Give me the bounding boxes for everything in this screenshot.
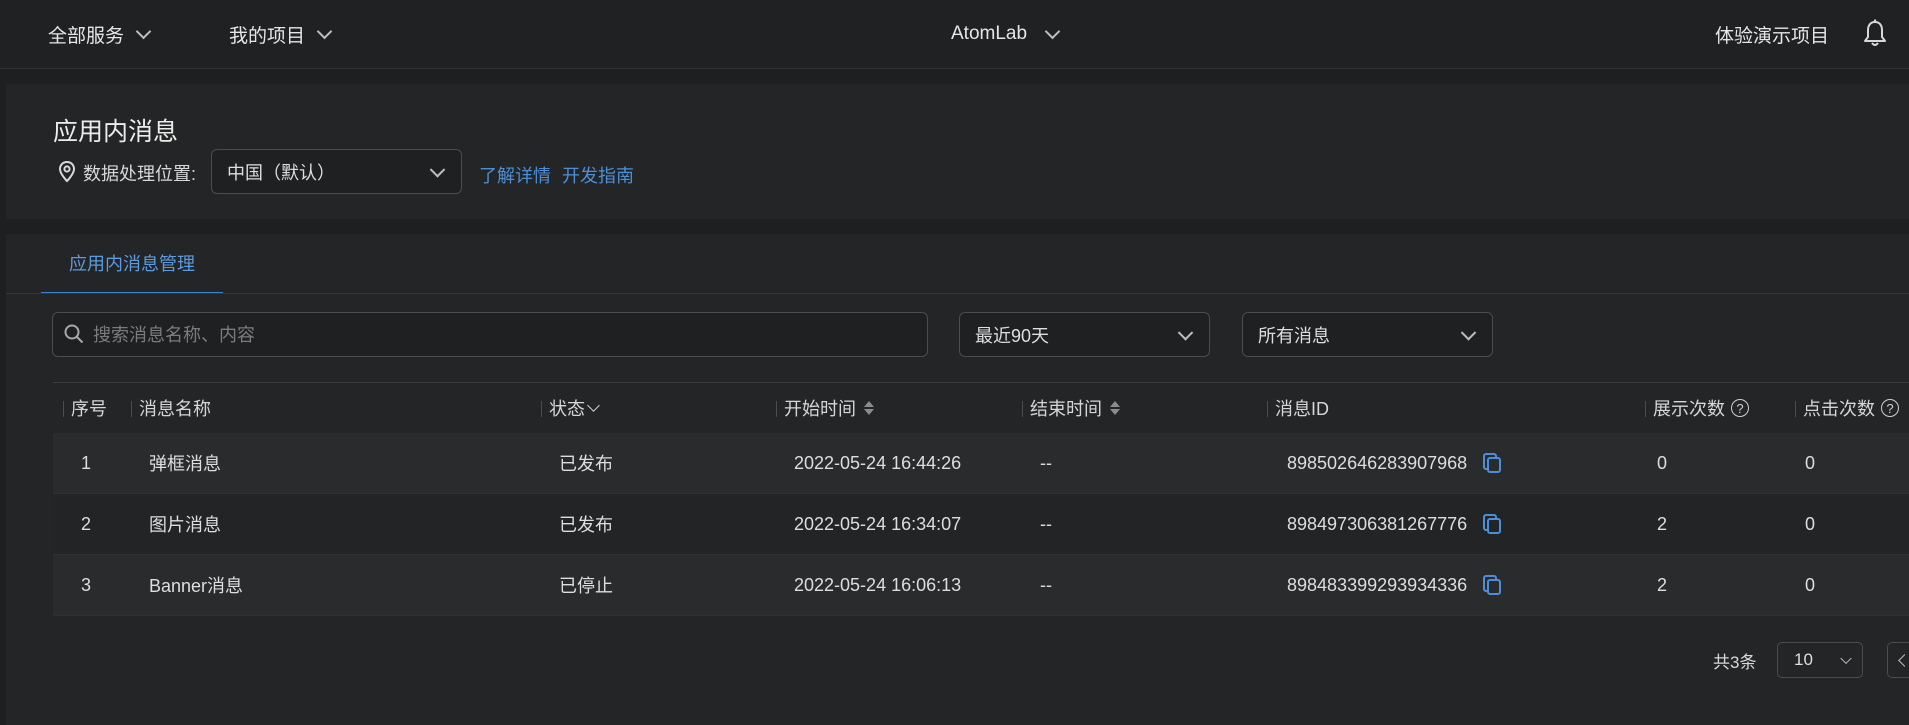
my-projects-label: 我的项目 bbox=[229, 25, 306, 47]
cell-status: 已停止 bbox=[559, 576, 613, 596]
location-pin-icon bbox=[58, 160, 76, 183]
pagination: 共3条 10 bbox=[6, 642, 1909, 678]
question-circle-icon[interactable]: ? bbox=[1731, 399, 1749, 417]
column-header-index: 序号 bbox=[63, 383, 107, 433]
location-select-value: 中国（默认） bbox=[227, 162, 335, 183]
cell-clicks: 0 bbox=[1805, 513, 1816, 534]
page-size-value: 10 bbox=[1794, 650, 1813, 669]
table-row[interactable]: 3 Banner消息 已停止 2022-05-24 16:06:13 -- 89… bbox=[53, 555, 1909, 616]
chevron-down-icon bbox=[135, 23, 152, 39]
location-label: 数据处理位置: bbox=[83, 164, 197, 184]
page-title: 应用内消息 bbox=[53, 118, 179, 146]
cell-clicks: 0 bbox=[1805, 452, 1816, 473]
cell-end-time: -- bbox=[1040, 452, 1052, 473]
cell-index: 3 bbox=[81, 574, 92, 595]
header-card: 应用内消息 数据处理位置: 中国（默认） 了解详情 开发指南 bbox=[6, 84, 1909, 219]
chevron-down-icon bbox=[1460, 324, 1477, 341]
table-row[interactable]: 1 弹框消息 已发布 2022-05-24 16:44:26 -- 898502… bbox=[53, 433, 1909, 494]
cell-message-id: 898497306381267776 bbox=[1287, 494, 1503, 554]
demo-project-link[interactable]: 体验演示项目 bbox=[1715, 0, 1829, 68]
prev-page-button[interactable] bbox=[1887, 642, 1909, 678]
total-count: 共3条 bbox=[1713, 652, 1757, 672]
cell-impressions: 2 bbox=[1657, 513, 1668, 534]
sort-icon[interactable] bbox=[864, 400, 874, 416]
cell-start-time: 2022-05-24 16:34:07 bbox=[794, 513, 962, 534]
cell-end-time: -- bbox=[1040, 513, 1052, 534]
message-type-value: 所有消息 bbox=[1258, 325, 1330, 346]
messages-table: 序号 消息名称 状态 开始时间 结束时间 消息ID 展示次数 ? 点击次数 ? … bbox=[53, 382, 1909, 616]
search-icon bbox=[64, 324, 84, 344]
top-navigation-bar: 全部服务 我的项目 AtomLab 体验演示项目 bbox=[0, 0, 1909, 69]
location-select[interactable]: 中国（默认） bbox=[211, 149, 462, 194]
chevron-down-icon bbox=[1044, 23, 1061, 39]
cell-message-id: 898502646283907968 bbox=[1287, 433, 1503, 493]
column-header-clicks: 点击次数 ? bbox=[1795, 383, 1899, 433]
chevron-down-icon bbox=[429, 161, 446, 178]
cell-index: 2 bbox=[81, 513, 92, 534]
filter-caret-icon[interactable] bbox=[587, 399, 600, 412]
column-header-impressions: 展示次数 ? bbox=[1645, 383, 1749, 433]
sort-icon[interactable] bbox=[1110, 400, 1120, 416]
cell-impressions: 0 bbox=[1657, 452, 1668, 473]
cell-status: 已发布 bbox=[559, 515, 613, 535]
copy-icon[interactable] bbox=[1481, 452, 1503, 474]
cell-name: 弹框消息 bbox=[149, 454, 221, 474]
column-header-end-time[interactable]: 结束时间 bbox=[1022, 383, 1120, 433]
search-box[interactable] bbox=[52, 312, 928, 358]
my-projects-menu[interactable]: 我的项目 bbox=[229, 0, 333, 68]
copy-icon[interactable] bbox=[1481, 513, 1503, 535]
demo-project-label: 体验演示项目 bbox=[1715, 25, 1830, 47]
tab-divider bbox=[6, 293, 1909, 294]
cell-start-time: 2022-05-24 16:44:26 bbox=[794, 452, 962, 473]
cell-start-time: 2022-05-24 16:06:13 bbox=[794, 574, 962, 595]
cell-impressions: 2 bbox=[1657, 574, 1668, 595]
cell-status: 已发布 bbox=[559, 454, 613, 474]
cell-message-id: 898483399293934336 bbox=[1287, 555, 1503, 615]
cell-name: 图片消息 bbox=[149, 515, 221, 535]
chevron-down-icon bbox=[316, 23, 333, 39]
date-range-value: 最近90天 bbox=[975, 325, 1050, 346]
all-services-label: 全部服务 bbox=[48, 25, 125, 47]
cell-index: 1 bbox=[81, 452, 92, 473]
column-header-message-id: 消息ID bbox=[1267, 383, 1329, 433]
app-switcher[interactable]: AtomLab bbox=[951, 0, 1061, 68]
search-input[interactable] bbox=[91, 313, 915, 358]
app-name: AtomLab bbox=[951, 23, 1028, 44]
date-range-select[interactable]: 最近90天 bbox=[959, 312, 1210, 357]
cell-end-time: -- bbox=[1040, 574, 1052, 595]
message-type-select[interactable]: 所有消息 bbox=[1242, 312, 1493, 357]
chevron-down-icon bbox=[1177, 324, 1194, 341]
bell-icon[interactable] bbox=[1862, 18, 1888, 48]
chevron-down-icon bbox=[1840, 652, 1852, 665]
learn-more-link[interactable]: 了解详情 bbox=[479, 162, 551, 188]
column-header-status[interactable]: 状态 bbox=[541, 383, 600, 433]
column-header-name: 消息名称 bbox=[131, 383, 211, 433]
message-management-card: 应用内消息管理 最近90天 所有消息 序号 消息名称 状态 bbox=[6, 234, 1909, 725]
cell-clicks: 0 bbox=[1805, 574, 1816, 595]
page-size-select[interactable]: 10 bbox=[1777, 642, 1863, 678]
dev-guide-link[interactable]: 开发指南 bbox=[562, 162, 634, 188]
question-circle-icon[interactable]: ? bbox=[1881, 399, 1899, 417]
column-header-start-time[interactable]: 开始时间 bbox=[776, 383, 874, 433]
table-header: 序号 消息名称 状态 开始时间 结束时间 消息ID 展示次数 ? 点击次数 ? bbox=[53, 382, 1909, 433]
all-services-menu[interactable]: 全部服务 bbox=[48, 0, 152, 68]
tab-message-management[interactable]: 应用内消息管理 bbox=[41, 234, 223, 294]
chevron-left-icon bbox=[1898, 654, 1909, 667]
table-row[interactable]: 2 图片消息 已发布 2022-05-24 16:34:07 -- 898497… bbox=[53, 494, 1909, 555]
cell-name: Banner消息 bbox=[149, 576, 244, 596]
copy-icon[interactable] bbox=[1481, 574, 1503, 596]
